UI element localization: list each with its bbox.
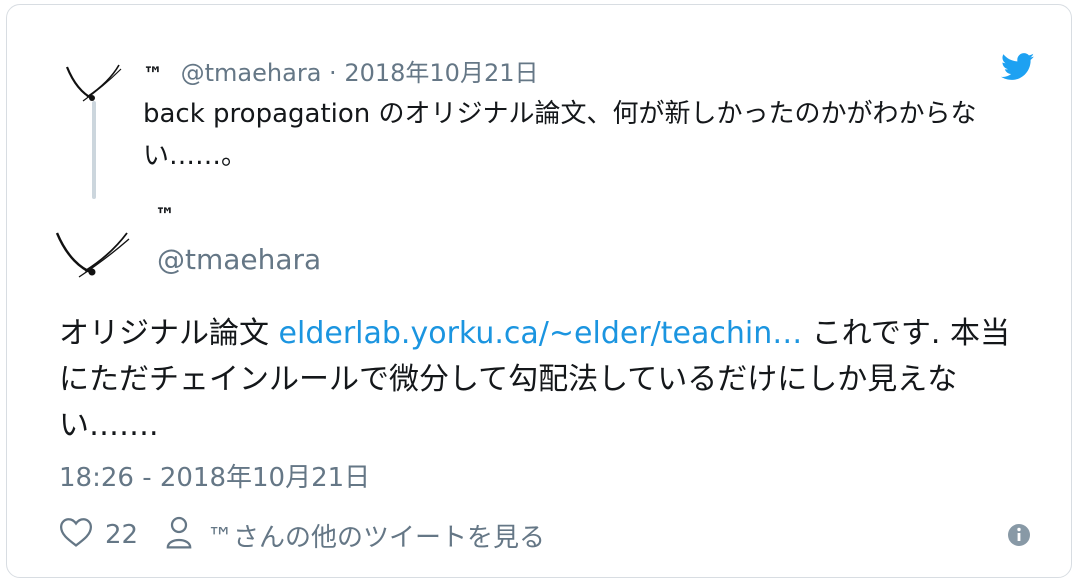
like-button[interactable]: 22 [59,515,138,555]
embedded-tweet-card: ™ @tmaehara · 2018年10月21日 back propagati… [6,4,1072,578]
main-handle[interactable]: @tmaehara [157,243,321,276]
like-count: 22 [105,520,139,550]
more-tweets-link[interactable]: ™さんの他のツイートを見る [165,515,545,555]
main-avatar-icon[interactable] [53,225,133,281]
more-tweets-label: ™さんの他のツイートを見る [207,522,546,553]
paper-link[interactable]: elderlab.yorku.ca/~elder/teachin… [279,316,803,351]
main-text-prefix: オリジナル論文 [59,316,279,351]
parent-display-name[interactable]: ™ [143,62,163,86]
parent-handle[interactable]: @tmaehara [181,59,322,87]
parent-tweet-header: ™ @tmaehara · 2018年10月21日 [143,53,538,88]
twitter-bird-icon[interactable] [1001,53,1035,85]
parent-separator: · [329,59,337,87]
heart-icon [59,516,95,555]
main-display-name[interactable]: ™ [155,203,175,227]
thread-connector-line [92,101,96,199]
info-icon[interactable] [1007,523,1031,551]
parent-date[interactable]: 2018年10月21日 [344,59,538,87]
main-tweet-text: オリジナル論文 elderlab.yorku.ca/~elder/teachin… [59,311,1039,449]
parent-tweet-text: back propagation のオリジナル論文、何が新しかったのかがわからな… [143,99,977,171]
person-icon [165,515,195,556]
tweet-timestamp[interactable]: 18:26 - 2018年10月21日 [59,457,370,494]
parent-avatar-icon[interactable] [63,61,125,105]
